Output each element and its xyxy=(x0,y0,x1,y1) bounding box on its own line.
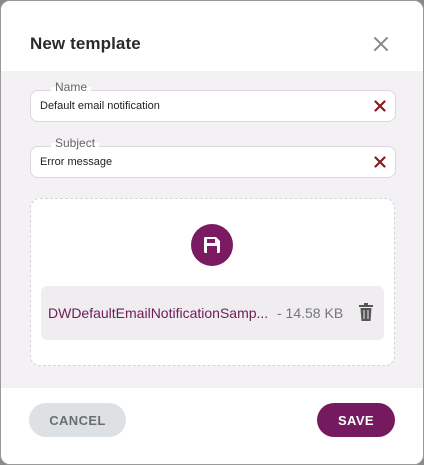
subject-field[interactable]: Subject xyxy=(30,136,396,178)
close-icon[interactable] xyxy=(371,34,391,54)
file-size: - 14.58 KB xyxy=(277,305,344,321)
subject-input[interactable] xyxy=(40,147,360,177)
file-name[interactable]: DWDefaultEmailNotificationSamp... xyxy=(48,305,268,321)
upload-button[interactable] xyxy=(191,224,233,266)
dialog-title: New template xyxy=(30,34,141,53)
dialog-header: New template xyxy=(1,1,423,71)
name-field[interactable]: Name xyxy=(30,80,396,122)
clear-subject-icon[interactable] xyxy=(373,155,387,169)
save-icon xyxy=(204,237,220,253)
trash-icon[interactable] xyxy=(359,303,373,321)
uploaded-file-item: DWDefaultEmailNotificationSamp... - 14.5… xyxy=(41,286,384,340)
dialog-body: Name Subject xyxy=(1,71,423,388)
dialog-footer: CANCEL SAVE xyxy=(1,388,423,464)
cancel-button[interactable]: CANCEL xyxy=(29,403,126,437)
file-dropzone[interactable]: DWDefaultEmailNotificationSamp... - 14.5… xyxy=(30,198,395,366)
clear-name-icon[interactable] xyxy=(373,99,387,113)
new-template-dialog: New template Name Subject xyxy=(0,0,424,465)
save-button[interactable]: SAVE xyxy=(317,403,395,437)
name-input[interactable] xyxy=(40,91,360,121)
